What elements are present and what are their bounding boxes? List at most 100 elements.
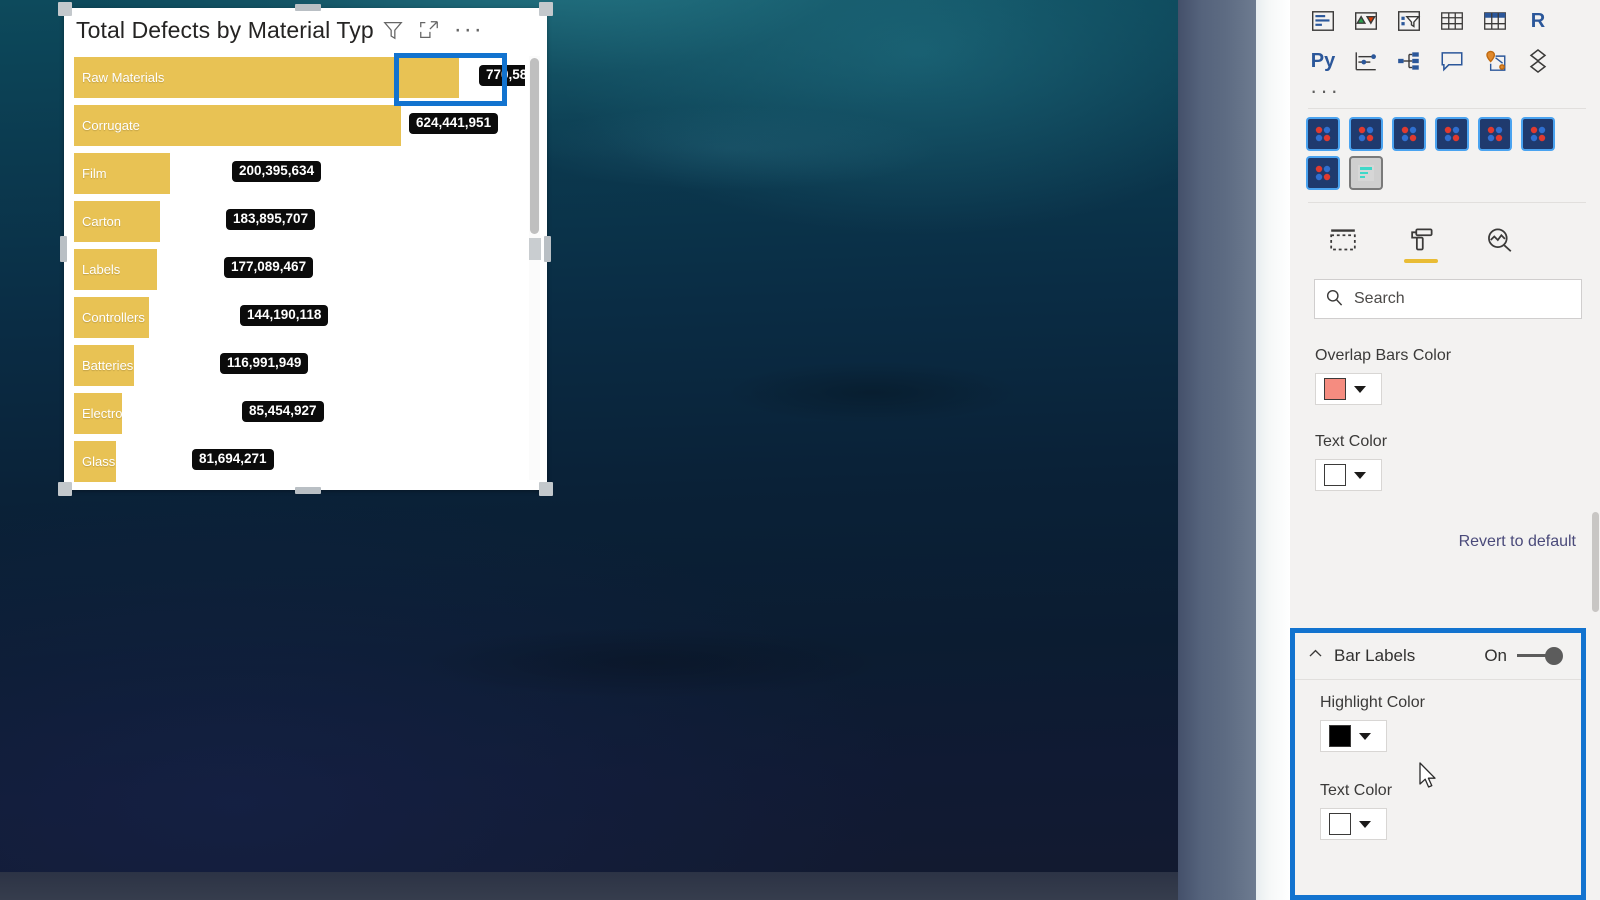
highlight-color-label: Highlight Color — [1320, 694, 1425, 711]
bar-value-label[interactable]: 177,089,467 — [224, 257, 314, 279]
bar-row[interactable]: Electronics 85,454,927 — [74, 390, 525, 438]
focus-mode-icon[interactable] — [418, 19, 440, 41]
bar-category-label: Batteries — [82, 358, 134, 373]
chevron-down-icon[interactable] — [1359, 732, 1371, 740]
visual-scrollbar-secondary-handle[interactable] — [529, 238, 541, 260]
custom-visuals-divider — [1308, 202, 1586, 203]
pane-scrollbar-track[interactable] — [1591, 0, 1600, 900]
paginated-report-icon[interactable] — [1523, 46, 1553, 76]
revert-to-default-link[interactable]: Revert to default — [1290, 533, 1600, 551]
bar-row[interactable]: Carton 183,895,707 — [74, 198, 525, 246]
highlighted-bar-label-annotation — [394, 53, 507, 106]
resize-handle-bottom-left[interactable] — [58, 482, 72, 496]
bar-row[interactable]: Labels 177,089,467 — [74, 246, 525, 294]
resize-handle-left[interactable] — [60, 236, 67, 262]
chevron-down-icon[interactable] — [1354, 385, 1366, 393]
visualization-gallery: R Py ··· — [1290, 0, 1600, 102]
tab-analytics-underline — [1482, 259, 1516, 263]
bar-labels-text-color-property: Text Color — [1295, 782, 1581, 840]
bar-value-label[interactable]: 85,454,927 — [242, 401, 324, 423]
visual-header: Total Defects by Material Typ ··· — [64, 8, 547, 52]
key-influencers-icon[interactable] — [1351, 46, 1381, 76]
bar[interactable]: Controllers — [74, 297, 149, 338]
pane-tabs — [1290, 213, 1600, 263]
bar-row[interactable]: Film 200,395,634 — [74, 150, 525, 198]
bar[interactable]: Corrugate — [74, 105, 401, 146]
screen-bezel — [1178, 0, 1256, 900]
r-script-visual-icon[interactable]: R — [1523, 6, 1553, 36]
overlap-text-color-picker[interactable] — [1315, 459, 1382, 491]
bar-value-label[interactable]: 116,991,949 — [220, 353, 309, 375]
chevron-up-icon[interactable] — [1307, 645, 1324, 667]
resize-handle-right[interactable] — [544, 236, 551, 262]
search-placeholder: Search — [1354, 290, 1405, 307]
bar-row[interactable]: Batteries 116,991,949 — [74, 342, 525, 390]
tab-format-underline — [1404, 259, 1438, 263]
bar[interactable]: Glass — [74, 441, 116, 482]
bar[interactable]: Electronics — [74, 393, 122, 434]
bar[interactable]: Film — [74, 153, 170, 194]
bar-row[interactable]: Controllers 144,190,118 — [74, 294, 525, 342]
smart-narrative-icon[interactable] — [1437, 46, 1467, 76]
custom-visual-2-icon[interactable] — [1351, 119, 1381, 149]
tab-build-visual[interactable] — [1326, 227, 1360, 263]
bar-category-label: Labels — [82, 262, 121, 277]
visual-scrollbar-thumb[interactable] — [530, 58, 539, 234]
kpi-icon[interactable] — [1351, 6, 1381, 36]
python-visual-icon[interactable]: Py — [1308, 46, 1338, 76]
gallery-more-options-icon[interactable]: ··· — [1308, 76, 1586, 102]
search-icon — [1325, 288, 1344, 311]
mouse-cursor — [1419, 762, 1436, 788]
stacked-bar-chart-icon[interactable] — [1308, 6, 1338, 36]
matrix-icon[interactable] — [1480, 6, 1510, 36]
bar-labels-toggle-group[interactable]: On — [1484, 646, 1581, 666]
slicer-icon[interactable] — [1394, 6, 1424, 36]
bar-value-label[interactable]: 624,441,951 — [409, 113, 499, 135]
search-input[interactable]: Search — [1314, 279, 1582, 319]
bar-row[interactable]: Corrugate 624,441,951 — [74, 102, 525, 150]
tab-format-visual[interactable] — [1404, 227, 1438, 263]
overlap-bars-color-picker[interactable] — [1315, 373, 1382, 405]
bar-labels-divider — [1295, 679, 1581, 680]
chevron-down-icon[interactable] — [1354, 471, 1366, 479]
custom-visual-5-icon[interactable] — [1480, 119, 1510, 149]
custom-visuals-gallery — [1290, 119, 1600, 188]
chevron-down-icon[interactable] — [1359, 820, 1371, 828]
highlight-color-picker[interactable] — [1320, 720, 1387, 752]
custom-visual-4-icon[interactable] — [1437, 119, 1467, 149]
resize-handle-bottom[interactable] — [295, 487, 321, 494]
tab-analytics[interactable] — [1482, 227, 1516, 263]
bar-labels-section-header[interactable]: Bar Labels On — [1295, 633, 1581, 679]
pane-scrollbar-thumb[interactable] — [1592, 512, 1599, 612]
resize-handle-bottom-right[interactable] — [539, 482, 553, 496]
overlap-text-color-swatch — [1324, 464, 1346, 486]
arcgis-map-icon[interactable] — [1480, 46, 1510, 76]
custom-visual-6-icon[interactable] — [1523, 119, 1553, 149]
table-icon[interactable] — [1437, 6, 1467, 36]
page-title: Total Defects by Material Typ — [76, 16, 374, 43]
bar[interactable]: Carton — [74, 201, 160, 242]
custom-visuals-row-1 — [1308, 119, 1586, 149]
bar-labels-text-color-picker[interactable] — [1320, 808, 1387, 840]
bar[interactable]: Labels — [74, 249, 157, 290]
custom-visual-3-icon[interactable] — [1394, 119, 1424, 149]
bar-labels-toggle[interactable] — [1517, 646, 1563, 666]
custom-visual-8-icon[interactable] — [1351, 158, 1381, 188]
custom-visual-7-icon[interactable] — [1308, 158, 1338, 188]
bar-value-label[interactable]: 183,895,707 — [226, 209, 316, 231]
highlight-color-swatch — [1329, 725, 1351, 747]
toggle-knob — [1545, 647, 1563, 665]
bar[interactable]: Batteries — [74, 345, 134, 386]
bar-value-label[interactable]: 144,190,118 — [240, 305, 329, 327]
overlap-bars-color-property: Overlap Bars Color — [1290, 347, 1600, 405]
custom-visual-1-icon[interactable] — [1308, 119, 1338, 149]
bar-value-label[interactable]: 81,694,271 — [192, 449, 274, 471]
bar-chart-plot-area: Raw Materials770,580,317Corrugate624,441… — [74, 54, 525, 482]
overlap-bars-color-swatch — [1324, 378, 1346, 400]
visualization-gallery-row-2: Py — [1308, 46, 1586, 76]
bar-value-label[interactable]: 200,395,634 — [232, 161, 322, 183]
more-options-icon[interactable]: ··· — [454, 18, 484, 42]
bar-row[interactable]: Glass 81,694,271 — [74, 438, 525, 482]
filter-icon[interactable] — [382, 19, 404, 41]
decomposition-tree-icon[interactable] — [1394, 46, 1424, 76]
